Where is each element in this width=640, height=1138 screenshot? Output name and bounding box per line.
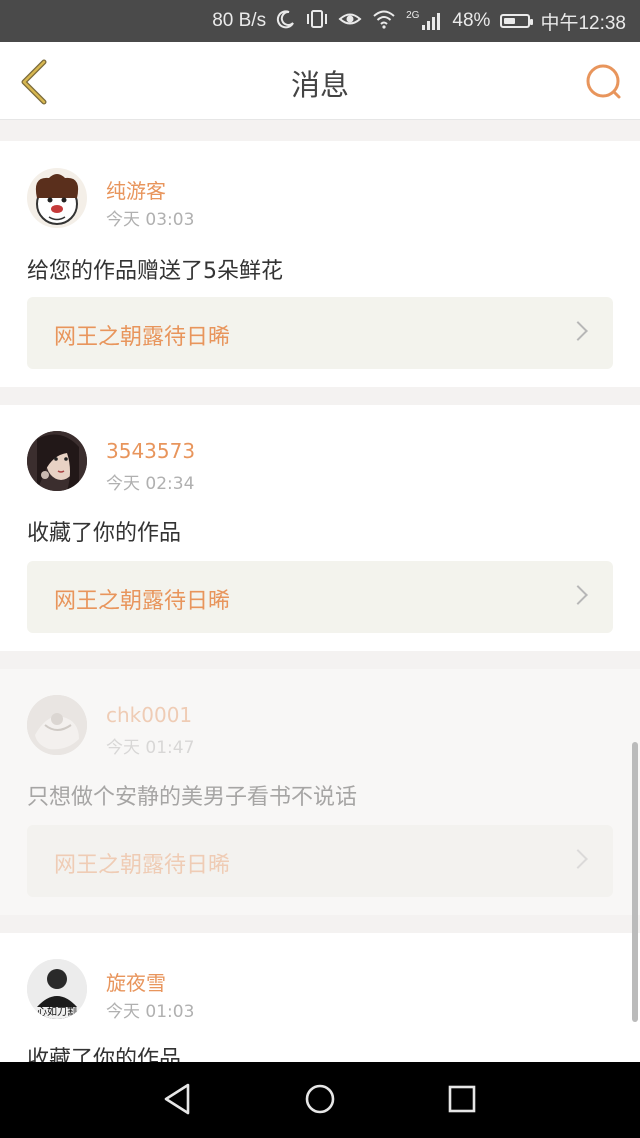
page-title: 消息 (290, 68, 349, 102)
username[interactable]: 旋夜雪 (106, 967, 166, 996)
message-card: 3543573 今天 02:34 收藏了你的作品 网王之朝露待日晞 (0, 405, 640, 651)
chevron-right-icon (568, 849, 588, 869)
message-list[interactable]: 纯游客 今天 03:03 给您的作品赠送了5朵鲜花 网王之朝露待日晞 35435… (0, 120, 640, 1062)
username[interactable]: 纯游客 (106, 175, 166, 204)
avatar[interactable] (27, 168, 87, 228)
work-title: 网王之朝露待日晞 (54, 325, 231, 350)
message-time: 今天 01:03 (106, 1002, 195, 1022)
message-time: 今天 02:34 (106, 474, 195, 494)
home-circle-icon[interactable] (300, 1079, 340, 1119)
message-time: 今天 01:47 (106, 738, 195, 758)
avatar[interactable]: 心如刀割 (27, 959, 87, 1019)
battery-percent: 48% (452, 10, 491, 31)
message-text: 只想做个安静的美男子看书不说话 (27, 785, 358, 810)
message-text: 收藏了你的作品 (27, 1047, 182, 1062)
work-link[interactable]: 网王之朝露待日晞 (27, 297, 613, 369)
signal-icon: 2G (406, 10, 442, 30)
message-text: 收藏了你的作品 (27, 521, 182, 546)
battery-icon (500, 14, 534, 28)
clock: 中午12:38 (540, 12, 626, 34)
avatar-caption: 心如刀割 (27, 1007, 87, 1019)
chevron-right-icon (568, 585, 588, 605)
avatar[interactable] (27, 431, 87, 491)
chevron-right-icon (568, 321, 588, 341)
recents-square-icon[interactable] (442, 1079, 482, 1119)
work-title: 网王之朝露待日晞 (54, 853, 231, 878)
wifi-icon (372, 9, 396, 34)
message-time: 今天 03:03 (106, 210, 195, 230)
work-link[interactable]: 网王之朝露待日晞 (27, 825, 613, 897)
eye-icon (338, 9, 362, 34)
status-bar: 80 B/s 2G 48% 中午12:38 (0, 0, 640, 42)
message-card: chk0001 今天 01:47 只想做个安静的美男子看书不说话 网王之朝露待日… (0, 669, 640, 915)
back-triangle-icon[interactable] (158, 1079, 198, 1119)
app-header: 消息 (0, 42, 640, 120)
work-title: 网王之朝露待日晞 (54, 589, 231, 614)
vibrate-icon (306, 9, 328, 34)
username[interactable]: 3543573 (106, 439, 195, 463)
network-type: 2G (406, 10, 420, 21)
moon-icon (276, 9, 296, 34)
message-text: 给您的作品赠送了5朵鲜花 (27, 259, 283, 284)
search-icon[interactable] (584, 62, 624, 102)
username[interactable]: chk0001 (106, 703, 192, 727)
network-speed: 80 B/s (212, 10, 267, 31)
message-card: 心如刀割 旋夜雪 今天 01:03 收藏了你的作品 (0, 933, 640, 1062)
avatar[interactable] (27, 695, 87, 755)
system-nav-bar (0, 1062, 640, 1138)
work-link[interactable]: 网王之朝露待日晞 (27, 561, 613, 633)
message-card: 纯游客 今天 03:03 给您的作品赠送了5朵鲜花 网王之朝露待日晞 (0, 141, 640, 387)
scrollbar[interactable] (632, 742, 638, 1022)
